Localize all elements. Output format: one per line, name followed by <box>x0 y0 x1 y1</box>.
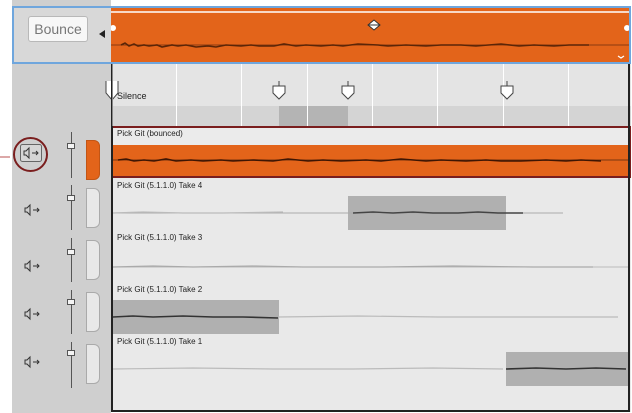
fader-icon[interactable] <box>67 143 75 149</box>
marker-flag-icon[interactable] <box>500 81 514 101</box>
silence-marker-label: Silence <box>117 91 147 101</box>
overview-wave-graphic <box>111 11 629 59</box>
fader-track <box>71 132 72 178</box>
track-color-tab[interactable] <box>86 240 100 280</box>
speaker-output-icon[interactable] <box>24 355 42 369</box>
track-color-tab[interactable] <box>86 344 100 384</box>
speaker-output-icon[interactable] <box>20 144 42 162</box>
track-color-tab[interactable] <box>86 140 100 180</box>
take-3-waveform <box>113 265 629 268</box>
track-label-take-3: Pick Git (5.1.1.0) Take 3 <box>117 233 203 242</box>
track-label-bounced: Pick Git (bounced) <box>117 129 183 138</box>
bounce-button[interactable]: Bounce <box>28 16 88 42</box>
marker-flag-icon[interactable] <box>341 81 355 101</box>
fader-icon[interactable] <box>67 299 75 305</box>
speaker-output-icon[interactable] <box>24 203 42 217</box>
bounced-waveform <box>113 158 629 162</box>
track-color-tab[interactable] <box>86 292 100 332</box>
fader-icon[interactable] <box>67 350 75 356</box>
track-color-tab[interactable] <box>86 188 100 228</box>
track-label-take-1: Pick Git (5.1.1.0) Take 1 <box>117 337 203 346</box>
track-label-take-4: Pick Git (5.1.1.0) Take 4 <box>117 181 203 190</box>
marker-flag-icon[interactable] <box>272 81 286 101</box>
speaker-output-icon[interactable] <box>24 259 42 273</box>
fader-icon[interactable] <box>67 195 75 201</box>
fader-track <box>71 290 72 334</box>
collapse-arrow-icon[interactable] <box>99 30 105 38</box>
fader-icon[interactable] <box>67 249 75 255</box>
overview-waveform[interactable] <box>111 8 629 62</box>
take-2-waveform <box>113 315 618 319</box>
marker-range-block <box>279 106 348 126</box>
fader-track <box>71 185 72 230</box>
pointer-arrow-icon <box>0 156 10 158</box>
marker-line <box>112 64 113 126</box>
marker-lane-strip <box>111 106 631 126</box>
take-4-waveform <box>113 211 563 214</box>
speaker-output-icon[interactable] <box>24 307 42 321</box>
track-label-take-2: Pick Git (5.1.1.0) Take 2 <box>117 285 203 294</box>
fader-track <box>71 342 72 388</box>
take-1-waveform <box>113 367 627 370</box>
fader-track <box>71 238 72 282</box>
